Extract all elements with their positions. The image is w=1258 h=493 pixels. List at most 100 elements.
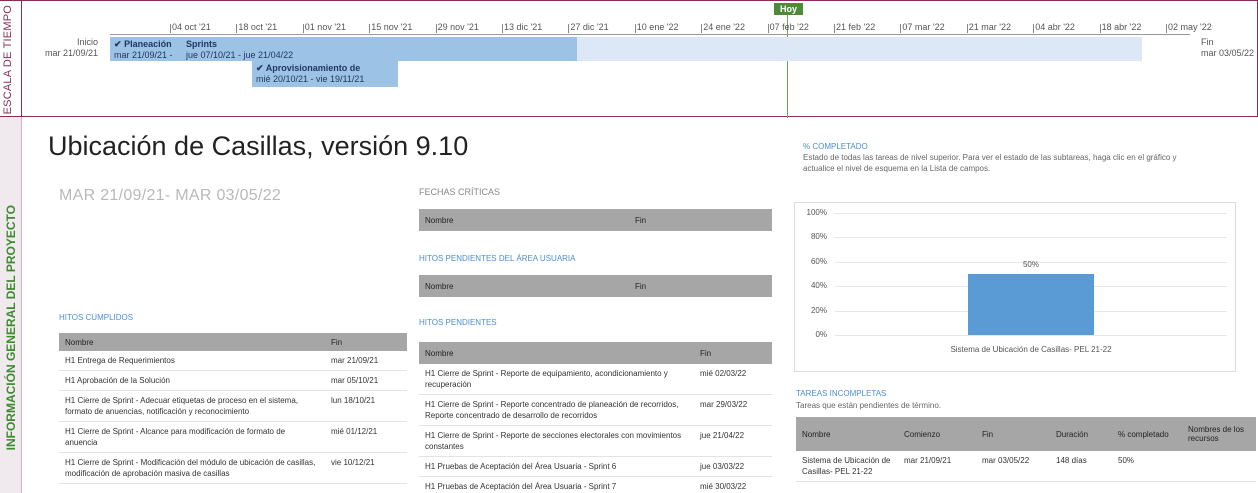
column-header-completado: % completado: [1112, 417, 1182, 451]
timeline-canvas[interactable]: Hoy 04 oct '21 18 oct '21 01 nov '21 15 nov…: [22, 1, 1258, 118]
project-dates: MAR 21/09/21- MAR 03/05/22: [59, 187, 282, 204]
table-row[interactable]: H1 Pruebas de Aceptación del Área Usuari…: [419, 456, 772, 477]
cell-fin: jue 03/03/22: [694, 456, 772, 477]
timeline-task-planeacion-name: Planeación: [124, 39, 172, 49]
column-header-nombre: Nombre: [419, 342, 694, 364]
table-row[interactable]: H1 Cierre de Sprint - Reporte concentrad…: [419, 394, 772, 426]
hitos-area-usuaria-table[interactable]: Nombre Fin: [419, 275, 772, 297]
column-header-recursos: Nombres de los recursos: [1182, 417, 1256, 451]
column-header-comienzo: Comienzo: [898, 417, 976, 451]
grid-line: [835, 237, 1227, 239]
timeline-task-planeacion-dates: mar 21/09/21 -: [114, 50, 173, 60]
check-icon: ✔: [114, 39, 122, 49]
table-row[interactable]: H1 Cierre de Sprint - Alcance para modif…: [59, 421, 407, 453]
column-header-fin: Fin: [629, 275, 772, 297]
y-tick-label: 60%: [810, 256, 827, 266]
cell-fin: lun 18/10/21: [325, 390, 407, 422]
timeline-start: Inicio mar 21/09/21: [30, 37, 98, 59]
cell-nombre: H1 Aprobación de la Solución: [59, 370, 325, 391]
timeline-tick-label: 29 nov '21: [435, 22, 479, 33]
timeline-task-sprints[interactable]: Sprints jue 07/10/21 - jue 21/04/22: [182, 37, 1142, 61]
check-icon: ✔: [256, 63, 264, 73]
column-header-nombre: Nombre: [419, 209, 629, 231]
cell-duracion: 148 días: [1050, 451, 1112, 482]
overview-side-label: INFORMACIÓN GENERAL DEL PROYECTO: [0, 117, 22, 493]
cell-fin: jue 21/04/22: [694, 425, 772, 457]
table-row[interactable]: Sistema de Ubicación de Casillas- PEL 21…: [796, 451, 1256, 482]
timeline-tick-label: 15 nov '21: [369, 22, 413, 33]
cell-nombre: H1 Cierre de Sprint - Alcance para modif…: [59, 421, 325, 453]
table-row[interactable]: H1 Aprobación de la Solución mar 05/10/21: [59, 370, 407, 391]
timeline-task-sprints-dates: jue 07/10/21 - jue 21/04/22: [186, 50, 294, 60]
timeline-task-aprovisionamiento[interactable]: ✔ Aprovisionamiento de mié 20/10/21 - vi…: [252, 61, 398, 87]
cell-fin: mié 30/03/22: [694, 476, 772, 493]
hitos-cumplidos-table[interactable]: Nombre Fin H1 Entrega de Requerimientos m…: [59, 333, 407, 484]
cell-comienzo: mar 21/09/21: [898, 451, 976, 482]
hitos-cumplidos-title: HITOS CUMPLIDOS: [59, 313, 134, 322]
cell-fin: mié 01/12/21: [325, 421, 407, 453]
timeline-end-date: mar 03/05/22: [1200, 48, 1254, 58]
timeline-tick-label: 01 nov '21: [302, 22, 347, 33]
column-header-fin: Fin: [976, 417, 1050, 451]
project-overview-panel: INFORMACIÓN GENERAL DEL PROYECTO Ubicaci…: [0, 117, 1258, 493]
column-header-nombre: Nombre: [796, 417, 898, 451]
timeline-tick-label: 04 abr '22: [1033, 22, 1075, 33]
column-header-fin: Fin: [325, 333, 407, 351]
x-category-label: Sistema de Ubicación de Casillas- PEL 21…: [950, 345, 1112, 354]
table-row[interactable]: H1 Pruebas de Aceptación del Área Usuari…: [419, 476, 772, 493]
timeline-start-label: Inicio: [76, 37, 98, 47]
cell-fin: mar 03/05/22: [976, 451, 1050, 482]
cell-completado: 50%: [1112, 451, 1182, 482]
timeline-panel: ESCALA DE TIEMPO Hoy 04 oct '21 18 oct '2…: [0, 0, 1258, 118]
timeline-side-label: ESCALA DE TIEMPO: [0, 1, 22, 118]
timeline-tick-label: 07 mar '22: [900, 22, 945, 33]
timeline-tick-label: 04 oct '21: [170, 22, 211, 33]
timeline-tick-label: 02 may '22: [1166, 22, 1212, 33]
timeline-tick-label: 21 feb '22: [833, 22, 876, 33]
cell-fin: mar 21/09/21: [325, 351, 407, 371]
table-row[interactable]: H1 Entrega de Requerimientos mar 21/09/21: [59, 351, 407, 371]
timeline-tick-label: 07 feb '22: [767, 22, 809, 33]
timeline-task-aprovisionamiento-dates: mié 20/10/21 - vie 19/11/21: [256, 74, 365, 84]
cell-fin: mar 05/10/21: [325, 370, 407, 391]
hitos-pendientes-title: HITOS PENDIENTES: [419, 318, 497, 327]
cell-nombre: H1 Pruebas de Aceptación del Área Usuari…: [419, 476, 694, 493]
timeline-tick-label: 18 abr '22: [1099, 22, 1142, 33]
column-header-fin: Fin: [629, 209, 772, 231]
table-row[interactable]: H1 Cierre de Sprint - Reporte de equipam…: [419, 364, 772, 395]
cell-nombre: Sistema de Ubicación de Casillas- PEL 21…: [796, 451, 898, 482]
percent-complete-chart[interactable]: 0% 20% 40% 60% 80% 100% 50% Sistema de Ubicació…: [794, 202, 1236, 372]
timeline-start-date: mar 21/09/21: [44, 48, 98, 58]
y-tick-label: 20%: [810, 305, 827, 315]
timeline-tick-label: 18 oct '21: [236, 22, 278, 33]
chart-bar[interactable]: [968, 274, 1094, 335]
tareas-incompletas-title: TAREAS INCOMPLETAS: [796, 389, 887, 398]
cell-nombre: H1 Cierre de Sprint - Reporte concentrad…: [419, 394, 694, 426]
completado-title: % COMPLETADO: [803, 142, 868, 151]
grid-line: [835, 335, 1227, 336]
completado-description: Estado de todas las tareas de nivel supe…: [803, 153, 1177, 173]
fechas-criticas-title: FECHAS CRÍTICAS: [419, 187, 501, 197]
y-tick-label: 40%: [810, 281, 827, 291]
tareas-incompletas-table[interactable]: Nombre Comienzo Fin Duración % completad…: [796, 417, 1256, 482]
timeline-end: Fin mar 03/05/22: [1201, 37, 1254, 59]
timeline-task-sprints-name: Sprints: [186, 39, 218, 49]
cell-nombre: H1 Cierre de Sprint - Adecuar etiquetas …: [59, 390, 325, 422]
y-tick-label: 0%: [815, 330, 827, 339]
cell-fin: mié 02/03/22: [694, 364, 772, 395]
column-header-nombre: Nombre: [419, 275, 629, 297]
cell-nombre: H1 Cierre de Sprint - Reporte de equipam…: [419, 364, 694, 395]
fechas-criticas-table[interactable]: Nombre Fin: [419, 209, 772, 231]
timeline-task-planeacion[interactable]: ✔ Planeación mar 21/09/21 -: [110, 37, 182, 61]
table-row[interactable]: H1 Cierre de Sprint - Adecuar etiquetas …: [59, 390, 407, 422]
y-tick-label: 100%: [806, 208, 827, 217]
timeline-tick-label: 13 dic '21: [501, 22, 543, 33]
timeline-tick-label: 10 ene '22: [634, 22, 679, 33]
hitos-pendientes-table[interactable]: Nombre Fin H1 Cierre de Sprint - Reporte…: [419, 342, 772, 493]
cell-fin: mar 29/03/22: [694, 394, 772, 426]
cell-nombre: H1 Cierre de Sprint - Reporte de seccion…: [419, 425, 694, 457]
column-header-duracion: Duración: [1050, 417, 1112, 451]
table-row[interactable]: H1 Cierre de Sprint - Modificación del m…: [59, 452, 407, 484]
table-row[interactable]: H1 Cierre de Sprint - Reporte de seccion…: [419, 425, 772, 457]
page-title[interactable]: Ubicación de Casillas, versión 9.10: [48, 131, 468, 162]
